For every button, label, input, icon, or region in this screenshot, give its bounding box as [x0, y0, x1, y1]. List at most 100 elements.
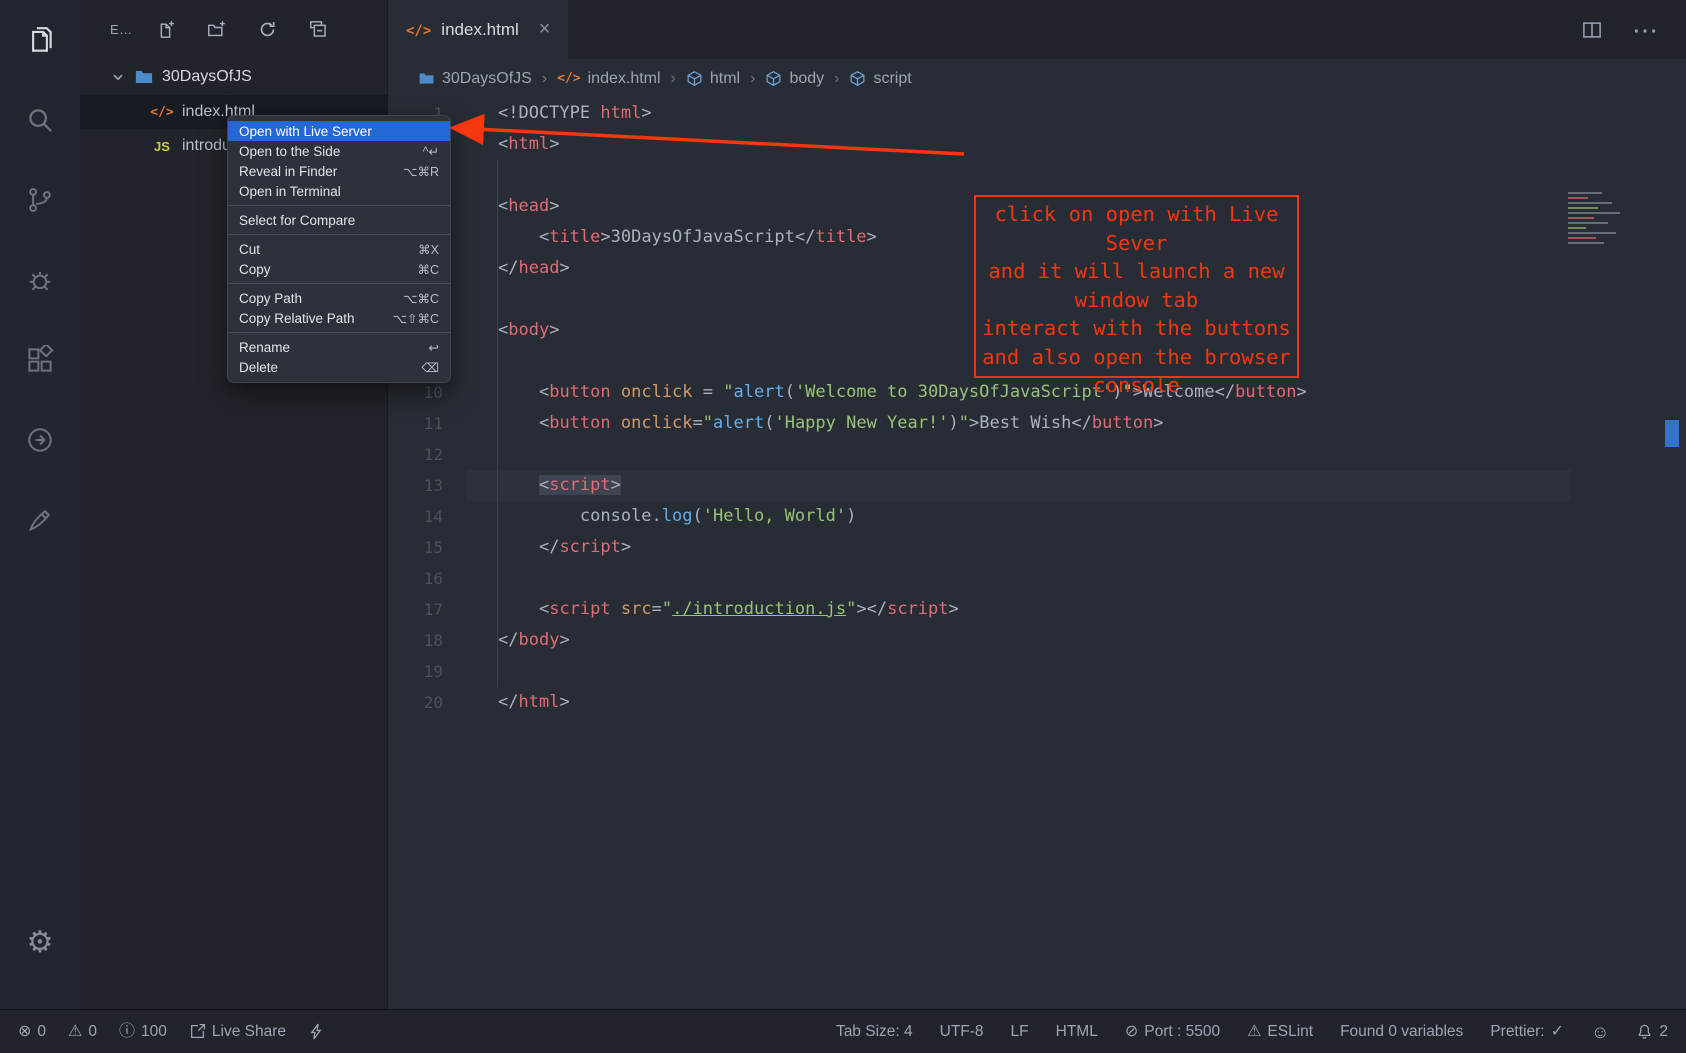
breadcrumb-item-index-html[interactable]: </>index.html — [557, 70, 660, 88]
close-tab-icon[interactable]: × — [539, 18, 551, 41]
source-control-icon[interactable] — [16, 174, 64, 226]
code-line[interactable]: 15 </script> — [388, 532, 1686, 563]
code-line[interactable]: 12 — [388, 439, 1686, 470]
warning-triangle-icon: ⚠ — [1247, 1024, 1261, 1040]
search-icon[interactable] — [16, 94, 64, 146]
status-quick-action[interactable] — [308, 1023, 325, 1040]
info-icon: ⓘ — [119, 1024, 135, 1040]
status-errors[interactable]: ⊗0 — [18, 1023, 46, 1041]
code-text: </body> — [467, 625, 1571, 656]
code-text: console.log('Hello, World') — [467, 501, 1571, 532]
menu-item-shortcut: ^↵ — [423, 144, 439, 159]
warning-icon: ⚠ — [68, 1024, 82, 1040]
line-number: 11 — [388, 408, 467, 439]
status-tab-size[interactable]: Tab Size: 4 — [836, 1023, 913, 1041]
code-text — [467, 563, 1571, 594]
explorer-actions — [156, 20, 328, 39]
menu-item-open-in-terminal[interactable]: Open in Terminal — [228, 181, 450, 201]
chevron-down-icon — [110, 69, 126, 85]
menu-item-reveal-in-finder[interactable]: Reveal in Finder⌥⌘R — [228, 161, 450, 181]
indent-guide — [497, 160, 498, 687]
menu-item-label: Delete — [239, 360, 278, 375]
folder-root-30daysofjs[interactable]: 30DaysOfJS — [80, 59, 387, 95]
status-warnings[interactable]: ⚠0 — [68, 1023, 97, 1041]
live-share-icon[interactable] — [16, 414, 64, 466]
status-label: Found 0 variables — [1340, 1023, 1463, 1041]
status-info[interactable]: ⓘ100 — [119, 1023, 167, 1041]
status-live-server-port[interactable]: ⊘Port : 5500 — [1125, 1023, 1220, 1041]
annotation-line: and it will launch a new — [976, 257, 1297, 286]
status-prettier[interactable]: Prettier: ✓ — [1490, 1023, 1564, 1041]
code-line[interactable]: 1<!DOCTYPE html> — [388, 98, 1686, 129]
new-folder-icon[interactable] — [207, 20, 226, 39]
settings-icon[interactable]: ⚙ — [16, 917, 64, 969]
menu-item-select-for-compare[interactable]: Select for Compare — [228, 210, 450, 230]
status-bar: ⊗0⚠0ⓘ100Live Share Tab Size: 4UTF-8LFHTM… — [0, 1009, 1686, 1053]
breadcrumb-item-script[interactable]: script — [849, 70, 911, 88]
code-area[interactable]: 1<!DOCTYPE html>2<html>34<head>5 <title>… — [388, 98, 1686, 1009]
status-encoding[interactable]: UTF-8 — [940, 1023, 984, 1041]
status-eol[interactable]: LF — [1011, 1023, 1029, 1041]
menu-item-label: Select for Compare — [239, 213, 355, 228]
menu-item-delete[interactable]: Delete⌫ — [228, 357, 450, 377]
refresh-icon[interactable] — [258, 20, 277, 39]
status-label: 0 — [88, 1023, 97, 1041]
code-line[interactable]: 20</html> — [388, 687, 1686, 718]
menu-item-open-to-the-side[interactable]: Open to the Side^↵ — [228, 141, 450, 161]
extensions-icon[interactable] — [16, 334, 64, 386]
menu-item-copy-relative-path[interactable]: Copy Relative Path⌥⇧⌘C — [228, 308, 450, 328]
collapse-all-icon[interactable] — [309, 20, 328, 39]
code-line[interactable]: 19 — [388, 656, 1686, 687]
menu-item-shortcut: ⌥⌘R — [403, 164, 439, 179]
status-notifications[interactable]: 2 — [1636, 1023, 1668, 1041]
run-and-debug-icon[interactable] — [16, 254, 64, 306]
line-number: 16 — [388, 563, 467, 594]
check-icon: ✓ — [1551, 1024, 1564, 1040]
code-line[interactable]: 13 <script> — [388, 470, 1686, 501]
folder-icon — [418, 70, 435, 87]
code-line[interactable]: 14 console.log('Hello, World') — [388, 501, 1686, 532]
menu-item-shortcut: ⌘X — [418, 242, 439, 257]
code-line[interactable]: 11 <button onclick="alert('Happy New Yea… — [388, 408, 1686, 439]
scrollbar-marker[interactable] — [1665, 420, 1679, 447]
breadcrumb-item-body[interactable]: body — [765, 70, 824, 88]
status-feedback-smiley[interactable]: ☺ — [1591, 1023, 1609, 1041]
minimap[interactable] — [1566, 190, 1658, 250]
code-line[interactable]: 18</body> — [388, 625, 1686, 656]
new-file-icon[interactable] — [156, 20, 175, 39]
tab-index-html[interactable]: </> index.html × — [388, 0, 568, 59]
line-number: 13 — [388, 470, 467, 501]
breadcrumb-item-html[interactable]: html — [686, 70, 740, 88]
js-file-icon: JS — [152, 139, 172, 154]
menu-item-copy[interactable]: Copy⌘C — [228, 259, 450, 279]
menu-item-copy-path[interactable]: Copy Path⌥⌘C — [228, 288, 450, 308]
menu-item-rename[interactable]: Rename↩ — [228, 337, 450, 357]
explorer-icon[interactable] — [16, 14, 64, 66]
menu-item-open-with-live-server[interactable]: Open with Live Server — [228, 121, 450, 141]
feedback-icon[interactable] — [16, 494, 64, 546]
code-line[interactable]: 17 <script src="./introduction.js"></scr… — [388, 594, 1686, 625]
status-label: 0 — [37, 1023, 46, 1041]
status-label: LF — [1011, 1023, 1029, 1041]
split-editor-icon[interactable] — [1582, 20, 1602, 40]
menu-separator — [228, 283, 450, 284]
symbol-icon — [765, 70, 782, 87]
annotation-line: click on open with Live Sever — [976, 200, 1297, 257]
more-icon[interactable]: ⋯ — [1632, 17, 1658, 43]
line-number: 12 — [388, 439, 467, 470]
status-eslint[interactable]: ⚠ESLint — [1247, 1023, 1313, 1041]
menu-separator — [228, 234, 450, 235]
annotation-box: click on open with Live Severand it will… — [974, 195, 1299, 378]
code-text: <script src="./introduction.js"></script… — [467, 594, 1571, 625]
breadcrumb-item-30daysofjs[interactable]: 30DaysOfJS — [418, 70, 532, 88]
menu-item-cut[interactable]: Cut⌘X — [228, 239, 450, 259]
status-label: HTML — [1056, 1023, 1098, 1041]
status-language-mode[interactable]: HTML — [1056, 1023, 1098, 1041]
menu-item-shortcut: ⌘C — [417, 262, 439, 277]
code-line[interactable]: 16 — [388, 563, 1686, 594]
status-label: Prettier: — [1490, 1023, 1544, 1041]
code-line[interactable]: 2<html> — [388, 129, 1686, 160]
status-variables[interactable]: Found 0 variables — [1340, 1023, 1463, 1041]
code-line[interactable]: 3 — [388, 160, 1686, 191]
status-live-share[interactable]: Live Share — [189, 1023, 286, 1041]
